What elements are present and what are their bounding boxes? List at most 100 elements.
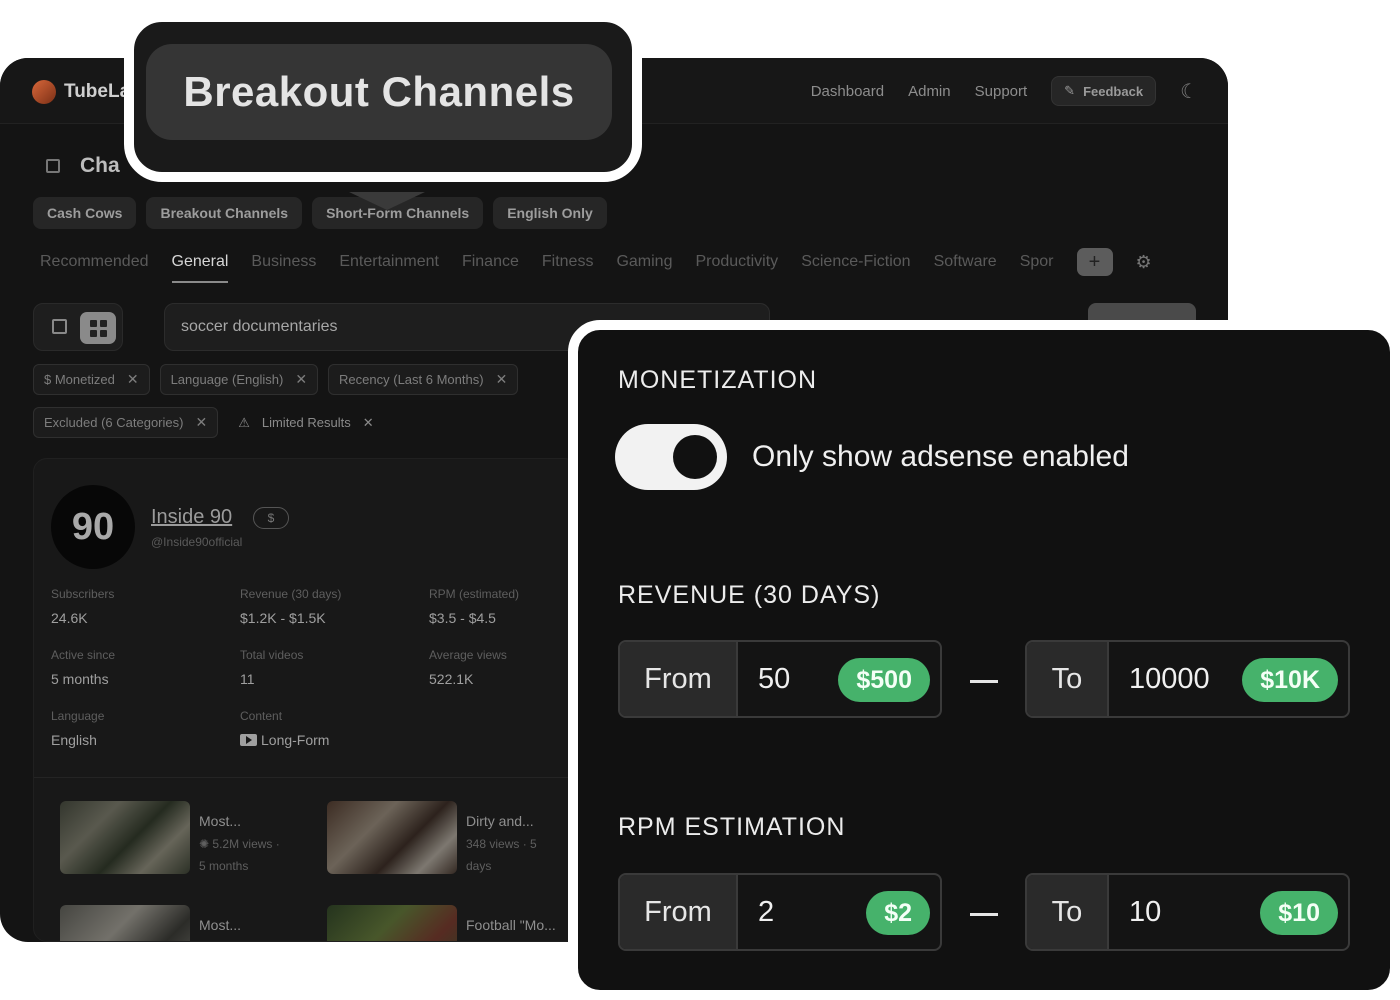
video-item[interactable]: Dirty and... 348 views · 5 days: [327, 801, 537, 877]
warning-icon: ⚠: [238, 414, 250, 430]
rpm-from-field[interactable]: From 2 $2: [618, 873, 942, 951]
video-item[interactable]: Most... ✺ 5.2M views · 5 months: [60, 801, 280, 877]
preset-breakout-channels[interactable]: Breakout Channels: [146, 197, 303, 229]
stat-value: $1.2K - $1.5K: [240, 610, 326, 626]
sidebar-toggle-icon[interactable]: [46, 159, 60, 173]
trending-icon: ✺: [199, 837, 213, 851]
channel-stats: Subscribers 24.6K Revenue (30 days) $1.2K …: [51, 587, 569, 748]
filter-chip[interactable]: Recency (Last 6 Months) ✕: [328, 364, 519, 395]
video-title: Football "Mo...: [466, 917, 556, 933]
stat-label: RPM (estimated): [429, 587, 520, 601]
rpm-title: RPM ESTIMATION: [618, 813, 846, 841]
filter-panel: MONETIZATION Only show adsense enabled R…: [568, 320, 1400, 1000]
toggle-knob: [673, 435, 717, 479]
avatar: 90: [51, 485, 135, 569]
video-title: Dirty and...: [466, 813, 534, 829]
tab-recommended[interactable]: Recommended: [40, 253, 149, 271]
stat-value: $3.5 - $4.5: [429, 610, 496, 626]
nav-support[interactable]: Support: [975, 83, 1028, 100]
tab-fitness[interactable]: Fitness: [542, 253, 594, 271]
stat-value: 24.6K: [51, 610, 88, 626]
preset-chips: Cash Cows Breakout Channels Short-Form C…: [33, 197, 607, 229]
rpm-to-input[interactable]: 10 $10: [1109, 875, 1348, 949]
callout-pointer: [349, 192, 425, 210]
stat-rpm: RPM (estimated) $3.5 - $4.5: [429, 587, 569, 626]
revenue-to-field[interactable]: To 10000 $10K: [1025, 640, 1350, 718]
value-pill: $2: [866, 891, 930, 935]
revenue-to-input[interactable]: 10000 $10K: [1109, 642, 1348, 716]
stat-label: Subscribers: [51, 587, 115, 601]
video-age: 5 months: [199, 859, 249, 873]
brand-name: TubeLa: [64, 81, 131, 102]
channel-name[interactable]: Inside 90: [151, 506, 232, 529]
page-header: Cha: [46, 154, 120, 178]
range-separator: [970, 913, 998, 916]
tab-gaming[interactable]: Gaming: [616, 253, 672, 271]
preset-english-only[interactable]: English Only: [493, 197, 607, 229]
stat-label: Revenue (30 days): [240, 587, 342, 601]
limited-results-warning[interactable]: ⚠ Limited Results ✕: [228, 409, 383, 437]
tab-software[interactable]: Software: [934, 253, 997, 271]
list-view-icon[interactable]: [52, 319, 67, 334]
video-title: Most...: [199, 813, 242, 829]
adsense-toggle-label: Only show adsense enabled: [752, 440, 1129, 473]
revenue-title: REVENUE (30 DAYS): [618, 581, 881, 609]
revenue-from-input[interactable]: 50 $500: [738, 642, 940, 716]
monetization-title: MONETIZATION: [618, 366, 818, 394]
input-value: 2: [758, 895, 775, 928]
stat-value: 522.1K: [429, 671, 474, 687]
input-value: 10000: [1129, 662, 1210, 695]
tab-general[interactable]: General: [171, 253, 229, 283]
to-label: To: [1027, 642, 1109, 716]
stat-total-videos: Total videos 11: [240, 648, 429, 687]
revenue-from-field[interactable]: From 50 $500: [618, 640, 942, 718]
filter-chip[interactable]: Language (English) ✕: [159, 364, 319, 395]
channel-card[interactable]: 90 Inside 90 $ @Inside90official Subscri…: [33, 458, 578, 942]
tab-science-fiction[interactable]: Science-Fiction: [801, 253, 910, 271]
rpm-from-input[interactable]: 2 $2: [738, 875, 940, 949]
input-value: 50: [758, 662, 791, 695]
tab-business[interactable]: Business: [251, 253, 316, 271]
moon-icon[interactable]: ☾: [1180, 79, 1198, 104]
preset-cash-cows[interactable]: Cash Cows: [33, 197, 137, 229]
channel-handle: @Inside90official: [151, 535, 243, 549]
filter-chip[interactable]: Excluded (6 Categories) ✕: [33, 407, 219, 438]
tab-finance[interactable]: Finance: [462, 253, 519, 271]
feedback-button[interactable]: ✎ Feedback: [1051, 76, 1157, 106]
stat-content: Content Long-Form: [240, 709, 429, 748]
tab-entertainment[interactable]: Entertainment: [339, 253, 439, 271]
add-category-button[interactable]: +: [1076, 248, 1113, 276]
video-item[interactable]: Most...: [60, 905, 241, 941]
rpm-to-field[interactable]: To 10 $10: [1025, 873, 1350, 951]
nav-dashboard[interactable]: Dashboard: [811, 83, 884, 100]
gear-icon[interactable]: ⚙: [1136, 252, 1152, 273]
adsense-toggle[interactable]: [615, 424, 727, 490]
close-icon[interactable]: ✕: [363, 415, 374, 431]
stat-value: Long-Form: [240, 732, 429, 748]
nav-admin[interactable]: Admin: [908, 83, 951, 100]
close-icon[interactable]: ✕: [127, 371, 139, 388]
filter-label: Excluded (6 Categories): [44, 415, 184, 430]
filter-label: $ Monetized: [44, 372, 115, 387]
filter-chip[interactable]: $ Monetized ✕: [33, 364, 150, 395]
tab-sports[interactable]: Spor: [1020, 253, 1054, 271]
stat-label: Active since: [51, 648, 116, 662]
logo[interactable]: TubeLa: [32, 80, 130, 104]
video-age: days: [466, 859, 492, 873]
close-icon[interactable]: ✕: [295, 371, 307, 388]
close-icon[interactable]: ✕: [496, 371, 508, 388]
input-value: 10: [1129, 895, 1162, 928]
stat-value: English: [51, 732, 97, 748]
stat-revenue: Revenue (30 days) $1.2K - $1.5K: [240, 587, 429, 626]
video-meta: 348 views · 5 days: [466, 833, 537, 877]
video-thumbnail: [60, 905, 190, 941]
to-label: To: [1027, 875, 1109, 949]
stat-value: 11: [240, 671, 255, 687]
pencil-icon: ✎: [1064, 83, 1076, 98]
tab-productivity[interactable]: Productivity: [695, 253, 778, 271]
video-item[interactable]: Football "Mo...: [327, 905, 556, 941]
grid-view-icon[interactable]: [80, 312, 116, 344]
callout-title[interactable]: Breakout Channels: [146, 44, 612, 140]
close-icon[interactable]: ✕: [195, 414, 207, 431]
filter-label: Language (English): [170, 372, 284, 387]
